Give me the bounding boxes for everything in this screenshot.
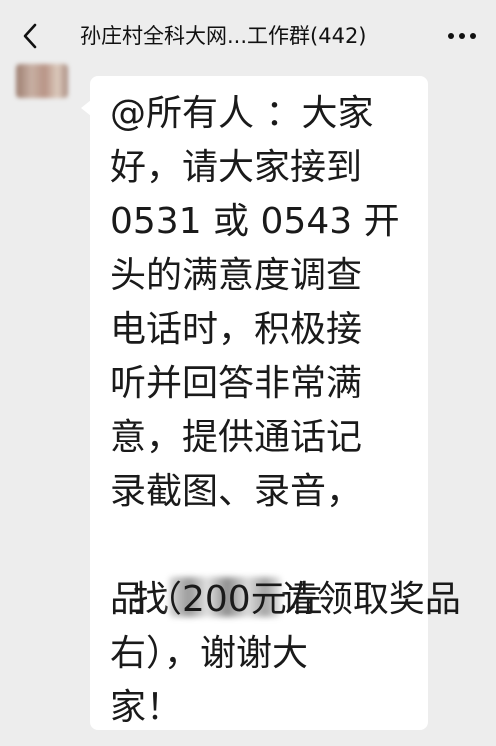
message-line: 听并回答非常满 <box>110 363 363 404</box>
message-line: 头的满意度调查 <box>110 255 363 296</box>
chevron-left-icon <box>23 23 37 49</box>
message-line: 电话时，积极接 <box>110 309 363 350</box>
chat-header: 孙庄村全科大网...工作群(442) <box>0 0 496 72</box>
message-line: 好，请大家接到 <box>110 147 363 188</box>
message-line: 0531 或 0543 开 <box>110 201 400 242</box>
message-line: 品（200元左 <box>110 579 323 620</box>
sender-avatar[interactable] <box>16 64 68 98</box>
message-line: 右），谢谢大 <box>110 633 309 674</box>
message-line: 找请领取奖品 <box>110 519 461 620</box>
more-horizontal-icon <box>448 33 476 39</box>
message-line: 意，提供通话记 <box>110 417 363 458</box>
chat-title: 孙庄村全科大网...工作群(442) <box>80 24 367 48</box>
message-line: 家！ <box>110 687 183 728</box>
message-line: 录截图、录音， <box>110 471 363 512</box>
back-button[interactable] <box>12 18 48 54</box>
message-line: @所有人 ：大家 <box>110 93 374 134</box>
more-options-button[interactable] <box>442 20 482 52</box>
